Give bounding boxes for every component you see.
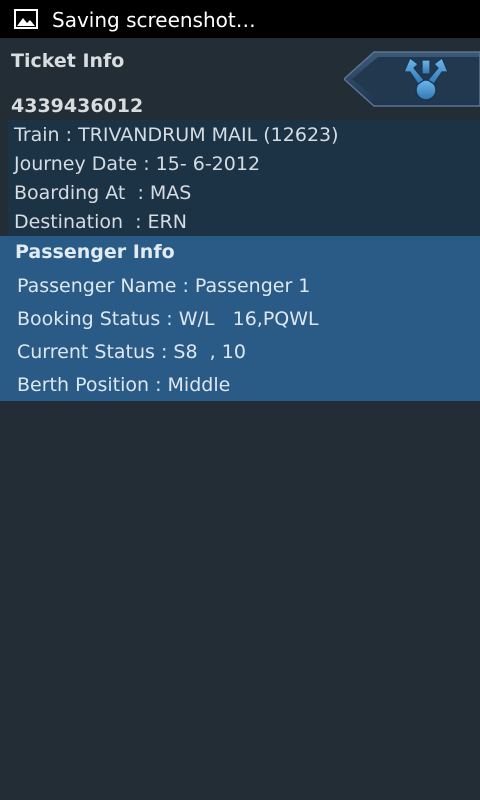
current-status: Current Status : S8 , 10 bbox=[17, 341, 246, 363]
train-info: Train : TRIVANDRUM MAIL (12623) bbox=[14, 124, 339, 146]
status-notification-text: Saving screenshot… bbox=[52, 8, 256, 32]
booking-status: Booking Status : W/L 16,PQWL bbox=[17, 308, 319, 330]
back-arrow-icon bbox=[342, 51, 480, 107]
journey-info-panel: Train : TRIVANDRUM MAIL (12623) Journey … bbox=[8, 120, 480, 236]
passenger-name: Passenger Name : Passenger 1 bbox=[17, 275, 311, 297]
journey-date: Journey Date : 15- 6-2012 bbox=[14, 153, 261, 175]
page-title: Ticket Info bbox=[11, 50, 125, 72]
status-bar: Saving screenshot… bbox=[0, 0, 480, 38]
pnr-number: 4339436012 bbox=[11, 95, 144, 117]
berth-position: Berth Position : Middle bbox=[17, 374, 231, 396]
back-button[interactable] bbox=[342, 50, 480, 108]
screen: Saving screenshot… Ticket Info 433943601… bbox=[0, 0, 480, 800]
passenger-info-title: Passenger Info bbox=[15, 241, 175, 263]
image-icon bbox=[14, 9, 38, 29]
boarding-station: Boarding At : MAS bbox=[14, 182, 192, 204]
destination-station: Destination : ERN bbox=[14, 211, 187, 233]
passenger-info-panel: Passenger Info Passenger Name : Passenge… bbox=[0, 236, 480, 401]
